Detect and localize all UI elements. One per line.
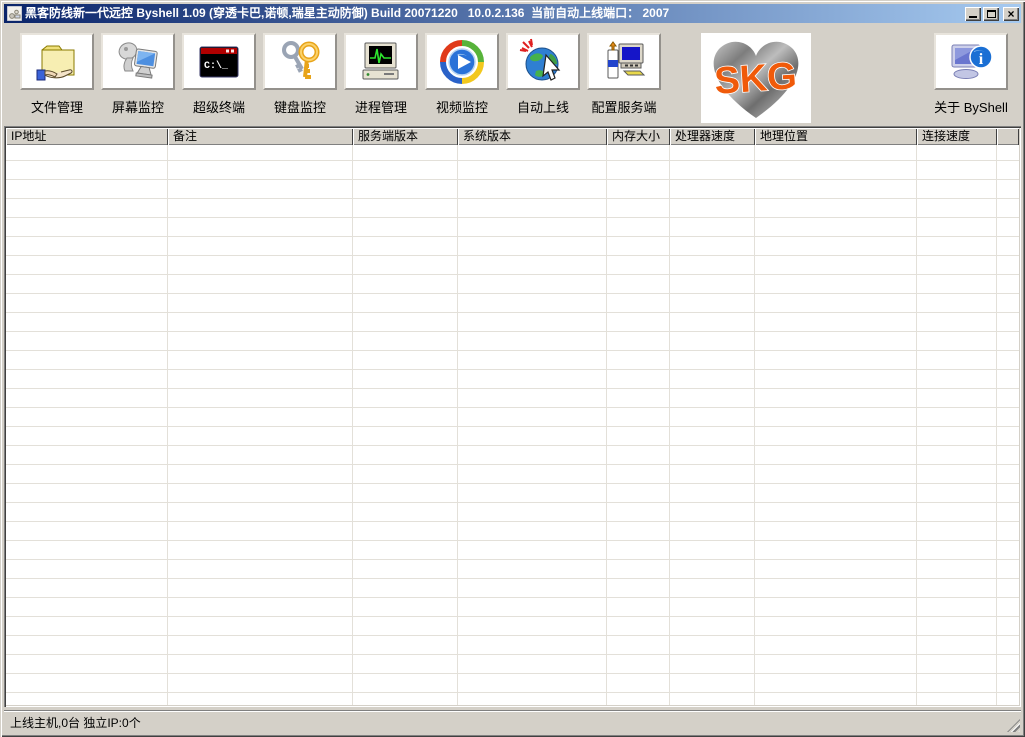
- grid-vline: [916, 145, 917, 705]
- toolbar-button-label: 键盘监控: [263, 97, 337, 116]
- column-header-内存大小[interactable]: 内存大小: [607, 128, 670, 145]
- toolbar-button-keyboard-monitor[interactable]: 键盘监控: [263, 33, 337, 116]
- table-header: IP地址备注服务端版本系统版本内存大小处理器速度地理位置连接速度: [6, 128, 1019, 145]
- toolbar-button-process-manager[interactable]: 进程管理: [344, 33, 418, 116]
- column-header-系统版本[interactable]: 系统版本: [458, 128, 607, 145]
- keys-icon: [276, 38, 324, 86]
- minimize-icon: [969, 16, 977, 18]
- app-window: 黑客防线新一代远控 Byshell 1.09 (穿透卡巴,诺顿,瑞星主动防御) …: [0, 0, 1025, 737]
- terminal-icon: C:\_: [195, 38, 243, 86]
- about-byshell-label: 关于 ByShell: [934, 97, 1008, 116]
- maximize-icon: [987, 10, 996, 18]
- skg-logo: SKG: [701, 33, 811, 123]
- terminal-prompt-text: C:\_: [204, 60, 229, 72]
- toolbar-button-face: [263, 33, 337, 90]
- folder-share-icon: [33, 38, 81, 86]
- toolbar-button-face: [20, 33, 94, 90]
- maximize-button[interactable]: [983, 7, 999, 21]
- toolbar-button-label: 超级终端: [182, 97, 256, 116]
- app-icon: [7, 6, 22, 21]
- configure-server-icon: [600, 38, 648, 86]
- toolbar-button-face: [425, 33, 499, 90]
- grid-vline: [457, 145, 458, 705]
- grid-vline: [996, 145, 997, 705]
- skg-logo-text: SKG: [713, 55, 798, 103]
- toolbar-button-label: 配置服务端: [587, 97, 661, 116]
- column-header-连接速度[interactable]: 连接速度: [917, 128, 997, 145]
- toolbar-button-label: 自动上线: [506, 97, 580, 116]
- toolbar-button-face: i: [934, 33, 1008, 90]
- toolbar-button-face: [344, 33, 418, 90]
- toolbar-button-file-manager[interactable]: 文件管理: [20, 33, 94, 116]
- grid-vline: [352, 145, 353, 705]
- table-body: [6, 145, 1019, 705]
- toolbar-button-label: 屏幕监控: [101, 97, 175, 116]
- process-computer-icon: [357, 38, 405, 86]
- toolbar-button-label: 进程管理: [344, 97, 418, 116]
- column-header-服务端版本[interactable]: 服务端版本: [353, 128, 458, 145]
- globe-cursor-icon: [519, 38, 567, 86]
- column-header-地理位置[interactable]: 地理位置: [755, 128, 917, 145]
- toolbar-button-terminal[interactable]: C:\_ 超级终端: [182, 33, 256, 116]
- toolbar: 文件管理 屏幕监控: [4, 23, 1021, 126]
- status-text: 上线主机,0台 独立IP:0个: [10, 714, 141, 731]
- column-header-IP地址[interactable]: IP地址: [6, 128, 168, 145]
- toolbar-button-screen-monitor[interactable]: 屏幕监控: [101, 33, 175, 116]
- host-listview: IP地址备注服务端版本系统版本内存大小处理器速度地理位置连接速度: [4, 126, 1021, 707]
- info-computer-icon: i: [947, 38, 995, 86]
- title-bar[interactable]: 黑客防线新一代远控 Byshell 1.09 (穿透卡巴,诺顿,瑞星主动防御) …: [4, 4, 1021, 23]
- column-header-备注[interactable]: 备注: [168, 128, 353, 145]
- grid-vline: [606, 145, 607, 705]
- media-play-icon: [438, 38, 486, 86]
- status-bar: 上线主机,0台 独立IP:0个: [4, 710, 1021, 733]
- toolbar-button-face: [506, 33, 580, 90]
- toolbar-button-auto-online[interactable]: 自动上线: [506, 33, 580, 116]
- about-byshell-button[interactable]: i 关于 ByShell: [934, 33, 1008, 116]
- minimize-button[interactable]: [965, 7, 981, 21]
- resize-grip-icon[interactable]: [1007, 719, 1020, 732]
- toolbar-button-face: [101, 33, 175, 90]
- toolbar-button-label: 文件管理: [20, 97, 94, 116]
- toolbar-button-face: C:\_: [182, 33, 256, 90]
- window-title: 黑客防线新一代远控 Byshell 1.09 (穿透卡巴,诺顿,瑞星主动防御) …: [25, 4, 965, 23]
- svg-text:i: i: [979, 51, 984, 68]
- close-button[interactable]: ×: [1003, 7, 1019, 21]
- toolbar-button-face: [587, 33, 661, 90]
- close-icon: ×: [1007, 9, 1014, 19]
- column-header-spacer[interactable]: [997, 128, 1019, 145]
- toolbar-button-configure-server[interactable]: 配置服务端: [587, 33, 661, 116]
- toolbar-button-video-monitor[interactable]: 视频监控: [425, 33, 499, 116]
- grid-vline: [754, 145, 755, 705]
- grid-vline: [167, 145, 168, 705]
- toolbar-button-label: 视频监控: [425, 97, 499, 116]
- grid-vline: [669, 145, 670, 705]
- window-controls: ×: [965, 7, 1019, 21]
- column-header-处理器速度[interactable]: 处理器速度: [670, 128, 755, 145]
- screen-monitor-icon: [114, 38, 162, 86]
